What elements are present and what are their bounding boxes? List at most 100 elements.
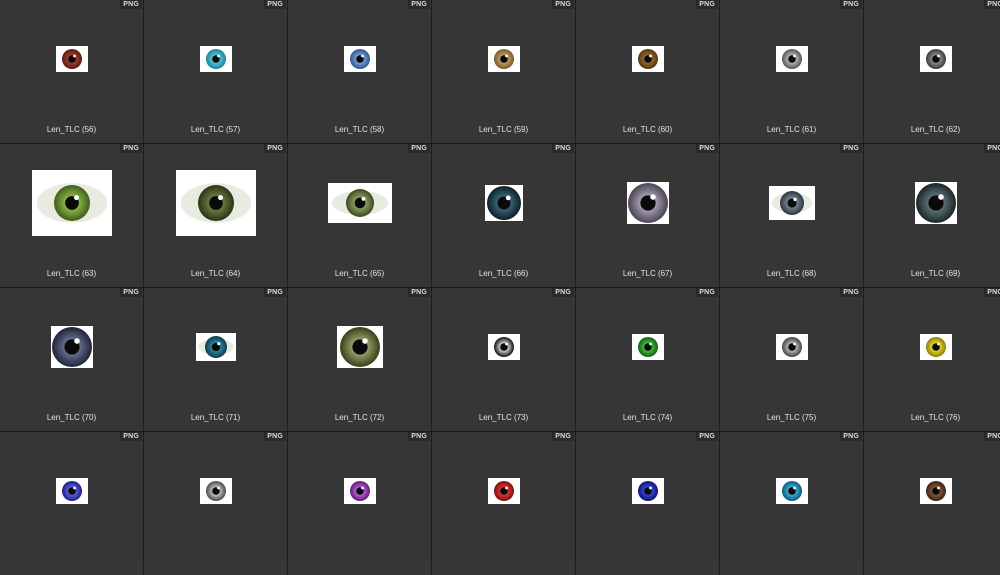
- thumbnail-tile[interactable]: PNG Len_TLC (63): [0, 144, 143, 287]
- thumbnail-tile[interactable]: PNG: [0, 432, 143, 575]
- file-type-badge: PNG: [264, 432, 286, 441]
- eye-lens-thumbnail: [919, 478, 952, 504]
- thumbnail-tile[interactable]: PNG: [432, 432, 575, 575]
- file-type-badge: PNG: [408, 432, 430, 441]
- eye-icon: [493, 49, 514, 69]
- thumbnail-tile[interactable]: PNG Len_TLC (69): [864, 144, 1000, 287]
- eye-lens-thumbnail: [199, 478, 232, 504]
- file-type-badge: PNG: [696, 288, 718, 297]
- eye-icon: [915, 183, 956, 223]
- file-name-label: Len_TLC (59): [478, 125, 529, 134]
- file-type-badge: PNG: [840, 432, 862, 441]
- file-type-badge: PNG: [984, 432, 1000, 441]
- file-type-badge: PNG: [984, 144, 1000, 153]
- eye-lens-thumbnail: [626, 182, 669, 224]
- file-type-badge: PNG: [840, 288, 862, 297]
- eye-lens-thumbnail: [199, 46, 232, 72]
- thumbnail-grid: PNG Len_TLC (56) PNG Len_TLC (57) PNG Len_TLC…: [0, 0, 1000, 575]
- eye-lens-thumbnail: [775, 334, 808, 360]
- thumbnail-tile[interactable]: PNG Len_TLC (71): [144, 288, 287, 431]
- eye-lens-thumbnail: [484, 185, 523, 221]
- eye-lens-thumbnail: [343, 46, 376, 72]
- eye-icon: [925, 337, 946, 357]
- file-name-label: Len_TLC (57): [190, 125, 241, 134]
- eye-lens-thumbnail: [631, 478, 664, 504]
- thumbnail-tile[interactable]: PNG Len_TLC (67): [576, 144, 719, 287]
- file-name-label: Len_TLC (73): [478, 413, 529, 422]
- thumbnail-tile[interactable]: PNG Len_TLC (57): [144, 0, 287, 143]
- file-type-badge: PNG: [264, 288, 286, 297]
- file-name-label: Len_TLC (61): [766, 125, 817, 134]
- thumbnail-tile[interactable]: PNG Len_TLC (61): [720, 0, 863, 143]
- thumbnail-tile[interactable]: PNG: [720, 432, 863, 575]
- thumbnail-tile[interactable]: PNG Len_TLC (64): [144, 144, 287, 287]
- eye-icon: [349, 49, 370, 69]
- eye-icon: [781, 337, 802, 357]
- thumbnail-tile[interactable]: PNG Len_TLC (68): [720, 144, 863, 287]
- thumbnail-tile[interactable]: PNG Len_TLC (74): [576, 288, 719, 431]
- eye-lens-thumbnail: [55, 478, 88, 504]
- eye-icon: [771, 191, 812, 215]
- eye-lens-thumbnail: [175, 170, 256, 236]
- eye-icon: [637, 481, 658, 501]
- file-name-label: Len_TLC (66): [478, 269, 529, 278]
- eye-icon: [781, 49, 802, 69]
- thumbnail-tile[interactable]: PNG Len_TLC (60): [576, 0, 719, 143]
- eye-icon: [205, 481, 226, 501]
- file-name-label: Len_TLC (69): [910, 269, 961, 278]
- eye-lens-thumbnail: [919, 334, 952, 360]
- file-type-badge: PNG: [264, 144, 286, 153]
- thumbnail-tile[interactable]: PNG: [288, 432, 431, 575]
- eye-icon: [493, 481, 514, 501]
- eye-icon: [61, 49, 82, 69]
- thumbnail-tile[interactable]: PNG: [144, 432, 287, 575]
- eye-lens-thumbnail: [336, 326, 383, 368]
- thumbnail-tile[interactable]: PNG Len_TLC (58): [288, 0, 431, 143]
- thumbnail-tile[interactable]: PNG Len_TLC (59): [432, 0, 575, 143]
- file-name-label: Len_TLC (62): [910, 125, 961, 134]
- file-name-label: Len_TLC (76): [910, 413, 961, 422]
- file-type-badge: PNG: [984, 288, 1000, 297]
- eye-lens-thumbnail: [487, 478, 520, 504]
- thumbnail-tile[interactable]: PNG Len_TLC (70): [0, 288, 143, 431]
- file-type-badge: PNG: [840, 0, 862, 9]
- eye-lens-thumbnail: [914, 182, 957, 224]
- eye-icon: [486, 186, 521, 220]
- thumbnail-tile[interactable]: PNG Len_TLC (66): [432, 144, 575, 287]
- eye-lens-thumbnail: [195, 333, 236, 361]
- eye-icon: [36, 183, 107, 223]
- thumbnail-tile[interactable]: PNG: [864, 432, 1000, 575]
- thumbnail-tile[interactable]: PNG: [576, 432, 719, 575]
- eye-icon: [493, 337, 514, 357]
- eye-icon: [781, 481, 802, 501]
- file-type-badge: PNG: [408, 0, 430, 9]
- file-name-label: Len_TLC (64): [190, 269, 241, 278]
- eye-icon: [637, 49, 658, 69]
- eye-lens-thumbnail: [31, 170, 112, 236]
- file-type-badge: PNG: [120, 288, 142, 297]
- thumbnail-tile[interactable]: PNG Len_TLC (76): [864, 288, 1000, 431]
- eye-icon: [349, 481, 370, 501]
- eye-lens-thumbnail: [768, 186, 815, 220]
- eye-icon: [339, 327, 380, 367]
- file-name-label: Len_TLC (60): [622, 125, 673, 134]
- file-name-label: Len_TLC (71): [190, 413, 241, 422]
- file-name-label: Len_TLC (56): [46, 125, 97, 134]
- eye-lens-thumbnail: [55, 46, 88, 72]
- thumbnail-tile[interactable]: PNG Len_TLC (73): [432, 288, 575, 431]
- eye-icon: [925, 49, 946, 69]
- thumbnail-tile[interactable]: PNG Len_TLC (56): [0, 0, 143, 143]
- thumbnail-tile[interactable]: PNG Len_TLC (65): [288, 144, 431, 287]
- file-name-label: Len_TLC (72): [334, 413, 385, 422]
- file-type-badge: PNG: [840, 144, 862, 153]
- thumbnail-tile[interactable]: PNG Len_TLC (72): [288, 288, 431, 431]
- eye-lens-thumbnail: [343, 478, 376, 504]
- eye-icon: [51, 327, 92, 367]
- eye-icon: [61, 481, 82, 501]
- thumbnail-tile[interactable]: PNG Len_TLC (75): [720, 288, 863, 431]
- file-name-label: Len_TLC (75): [766, 413, 817, 422]
- file-type-badge: PNG: [696, 0, 718, 9]
- file-name-label: Len_TLC (74): [622, 413, 673, 422]
- file-name-label: Len_TLC (63): [46, 269, 97, 278]
- thumbnail-tile[interactable]: PNG Len_TLC (62): [864, 0, 1000, 143]
